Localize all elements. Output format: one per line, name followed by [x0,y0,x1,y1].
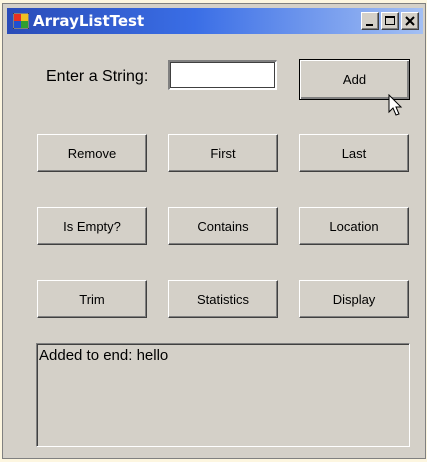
remove-button[interactable]: Remove [37,134,147,172]
statistics-button[interactable]: Statistics [168,280,278,318]
first-button[interactable]: First [168,134,278,172]
minimize-icon [366,24,373,26]
last-button[interactable]: Last [299,134,409,172]
contains-button[interactable]: Contains [168,207,278,245]
output-textarea[interactable]: Added to end: hello [36,343,410,447]
mouse-pointer-icon [388,93,404,118]
window-title: ArrayListTest [33,12,145,30]
enter-string-label: Enter a String: [46,68,149,85]
display-button[interactable]: Display [299,280,409,318]
is-empty-button[interactable]: Is Empty? [37,207,147,245]
application-window: ArrayListTest Enter a String: Add Remove… [2,3,426,459]
title-bar[interactable]: ArrayListTest [7,8,423,34]
minimize-button[interactable] [361,12,379,30]
maximize-icon [385,16,395,25]
close-button[interactable] [401,12,419,30]
app-window-icon[interactable] [12,12,30,30]
close-icon [405,16,415,26]
location-button[interactable]: Location [299,207,409,245]
trim-button[interactable]: Trim [37,280,147,318]
maximize-button[interactable] [381,12,399,30]
string-input[interactable] [168,60,277,90]
